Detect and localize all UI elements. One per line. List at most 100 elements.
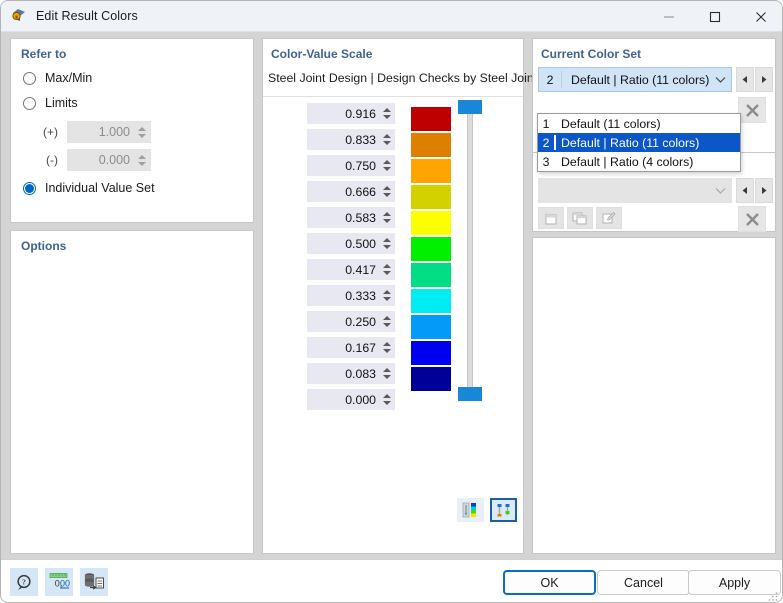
scale-value-input[interactable]: 0.333 [307, 285, 395, 306]
color-set-option-divider [554, 116, 556, 131]
new-value-set-button[interactable] [538, 207, 564, 229]
scale-value-input[interactable]: 0.666 [307, 181, 395, 202]
value-set-next-button[interactable] [755, 178, 773, 203]
scale-value-input[interactable]: 0.417 [307, 259, 395, 280]
value-set-prev-button[interactable] [736, 178, 754, 203]
scale-value-input[interactable]: 0.167 [307, 337, 395, 358]
radio-max-min[interactable]: Max/Min [23, 71, 92, 85]
color-swatch[interactable] [411, 185, 451, 209]
maximize-button[interactable] [692, 1, 738, 32]
slider-handle-top[interactable] [458, 100, 482, 114]
limit-positive-value: 1.000 [98, 125, 130, 139]
scale-value-spinner[interactable] [381, 181, 395, 202]
limit-positive-row: (+) 1.000 [23, 121, 151, 143]
color-swatch[interactable] [411, 107, 451, 131]
scale-value-text: 0.833 [345, 132, 376, 147]
scale-value-text: 0.500 [345, 236, 376, 251]
spinner-down-icon [383, 297, 391, 301]
spinner-down-icon [383, 349, 391, 353]
scale-value-input[interactable]: 0.083 [307, 363, 395, 384]
limit-negative-value: 0.000 [98, 153, 130, 167]
scale-value-spinner[interactable] [381, 155, 395, 176]
color-set-option-number: 1 [542, 116, 550, 131]
color-swatch[interactable] [411, 289, 451, 313]
color-swatch[interactable] [411, 211, 451, 235]
color-swatch[interactable] [411, 341, 451, 365]
radio-limits-indicator [23, 96, 36, 110]
color-set-preview-panel [532, 237, 776, 554]
edit-value-set-button[interactable] [596, 207, 622, 229]
limit-negative-row: (-) 0.000 [23, 149, 151, 171]
scale-value-input[interactable]: 0.250 [307, 311, 395, 332]
export-data-button[interactable] [80, 568, 108, 596]
value-set-delete-button[interactable] [738, 206, 766, 232]
scale-value-spinner[interactable] [381, 311, 395, 332]
slider-handle-bottom[interactable] [458, 387, 482, 401]
scale-value-spinner[interactable] [381, 285, 395, 306]
limit-positive-input[interactable]: 1.000 [67, 121, 151, 143]
radio-individual-value-set-label: Individual Value Set [45, 181, 155, 195]
spinner-up-icon [383, 134, 391, 138]
limit-negative-input[interactable]: 0.000 [67, 149, 151, 171]
scale-value-spinner[interactable] [381, 337, 395, 358]
spinner-down-icon [137, 133, 146, 138]
scale-value-text: 0.666 [345, 184, 376, 199]
limit-negative-spinner[interactable] [136, 150, 150, 170]
color-swatch[interactable] [411, 159, 451, 183]
minimize-button[interactable] [646, 1, 692, 32]
decimal-places-button[interactable]: 0, 00 [45, 568, 73, 596]
scale-value-spinner[interactable] [381, 207, 395, 228]
title-bar: Edit Result Colors [1, 1, 782, 32]
color-set-prev-button[interactable] [736, 67, 754, 92]
color-swatch[interactable] [411, 315, 451, 339]
scale-value-input[interactable]: 0.916 [307, 103, 395, 124]
color-set-label: Default | Ratio (11 colors) [571, 72, 709, 87]
scale-value-input[interactable]: 0.000 [307, 389, 395, 410]
color-swatch[interactable] [411, 133, 451, 157]
scale-value-text: 0.250 [345, 314, 376, 329]
color-set-option[interactable]: 2 Default | Ratio (11 colors) [538, 133, 740, 152]
scale-slider-track[interactable] [467, 107, 473, 399]
color-set-next-button[interactable] [755, 67, 773, 92]
color-value-scale-subtitle: Steel Joint Design | Design Checks by St… [268, 71, 544, 85]
spinner-down-icon [383, 245, 391, 249]
stepped-color-scale-toggle[interactable] [490, 498, 517, 522]
smooth-color-scale-toggle[interactable] [457, 498, 484, 522]
dialog-body: Refer to Max/Min Limits (+) 1.000 (-) 0.… [1, 32, 782, 559]
color-swatch[interactable] [411, 367, 451, 391]
radio-limits[interactable]: Limits [23, 96, 78, 110]
spinner-up-icon [383, 160, 391, 164]
spinner-down-icon [383, 167, 391, 171]
color-set-option[interactable]: 1 Default (11 colors) [538, 114, 740, 133]
scale-value-spinner[interactable] [381, 363, 395, 384]
scale-value-spinner[interactable] [381, 259, 395, 280]
scale-value-spinner[interactable] [381, 233, 395, 254]
scale-value-spinner[interactable] [381, 103, 395, 124]
color-set-option-label: Default | Ratio (11 colors) [561, 135, 700, 150]
spinner-down-icon [383, 323, 391, 327]
color-palette-icon [10, 7, 28, 25]
scale-value-input[interactable]: 0.750 [307, 155, 395, 176]
options-title: Options [21, 239, 67, 253]
ok-button[interactable]: OK [503, 570, 596, 595]
value-set-combobox[interactable] [538, 178, 732, 203]
color-set-combobox[interactable]: 2 Default | Ratio (11 colors) [538, 67, 732, 92]
resize-grip[interactable] [767, 589, 779, 601]
chevron-down-icon [709, 187, 731, 195]
color-swatch[interactable] [411, 237, 451, 261]
scale-value-spinner[interactable] [381, 129, 395, 150]
scale-value-spinner[interactable] [381, 389, 395, 410]
help-button[interactable]: ? [10, 568, 38, 596]
limit-positive-spinner[interactable] [136, 122, 150, 142]
color-set-delete-button[interactable] [738, 97, 766, 123]
scale-value-input[interactable]: 0.500 [307, 233, 395, 254]
radio-individual-value-set[interactable]: Individual Value Set [23, 181, 155, 195]
cancel-button[interactable]: Cancel [597, 570, 690, 595]
close-button[interactable] [738, 1, 782, 32]
copy-value-set-button[interactable] [567, 207, 593, 229]
scale-value-input[interactable]: 0.833 [307, 129, 395, 150]
scale-value-input[interactable]: 0.583 [307, 207, 395, 228]
color-set-option[interactable]: 3 Default | Ratio (4 colors) [538, 152, 740, 171]
scale-value-text: 0.583 [345, 210, 376, 225]
color-swatch[interactable] [411, 263, 451, 287]
